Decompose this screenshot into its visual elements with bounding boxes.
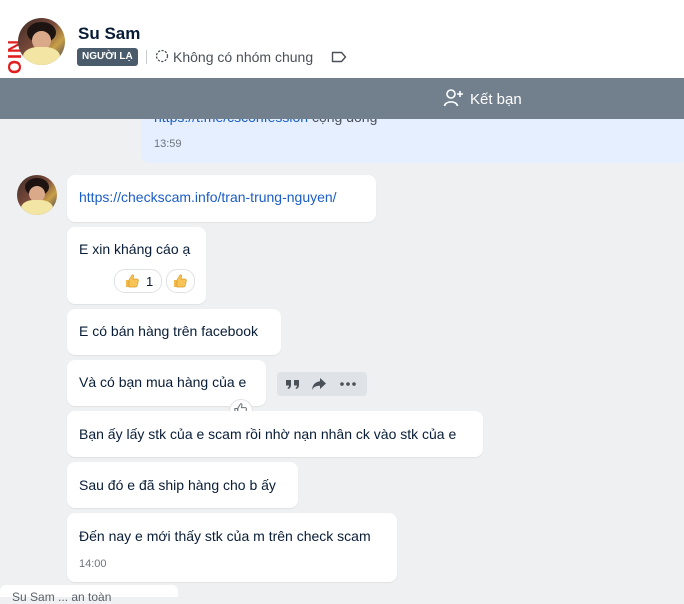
message-text: Và có bạn mua hàng của e: [79, 374, 247, 390]
message-text: Bạn ấy lấy stk của e scam rồi nhờ nạn nh…: [79, 426, 457, 442]
bottom-preview-text: Su Sam ... an toàn: [12, 590, 112, 604]
add-friend-bar-overlay: [0, 78, 684, 119]
add-friend-button[interactable]: Kết bạn: [470, 91, 522, 108]
tag-icon[interactable]: [331, 51, 347, 63]
dashed-circle-icon: [155, 49, 169, 63]
stranger-badge: NGƯỜI LẠ: [77, 48, 138, 66]
forward-icon[interactable]: [310, 376, 328, 392]
message-bubble[interactable]: [67, 513, 397, 582]
header-divider: [146, 50, 147, 64]
person-plus-icon[interactable]: [443, 88, 465, 108]
quote-icon[interactable]: [284, 376, 302, 392]
message-time: 14:00: [79, 558, 107, 570]
sent-message-time: 13:59: [154, 138, 182, 150]
message-text: E có bán hàng trên facebook: [79, 323, 259, 339]
message-text: Sau đó e đã ship hàng cho b ấy: [79, 477, 276, 493]
contact-avatar[interactable]: [18, 18, 65, 65]
message-link[interactable]: https://checkscam.info/tran-trung-nguyen…: [79, 189, 337, 205]
reaction-count: 1: [146, 274, 154, 289]
message-text: E xin kháng cáo ạ: [79, 241, 191, 257]
thumbs-up-icon: [126, 274, 139, 288]
common-groups-text[interactable]: Không có nhóm chung: [173, 49, 313, 65]
more-dots-icon[interactable]: [339, 376, 357, 392]
thumbs-up-icon[interactable]: [172, 273, 188, 289]
sender-avatar[interactable]: [17, 175, 57, 215]
contact-name[interactable]: Su Sam: [78, 24, 140, 44]
message-text: Đến nay e mới thấy stk của m trên check …: [79, 528, 371, 544]
